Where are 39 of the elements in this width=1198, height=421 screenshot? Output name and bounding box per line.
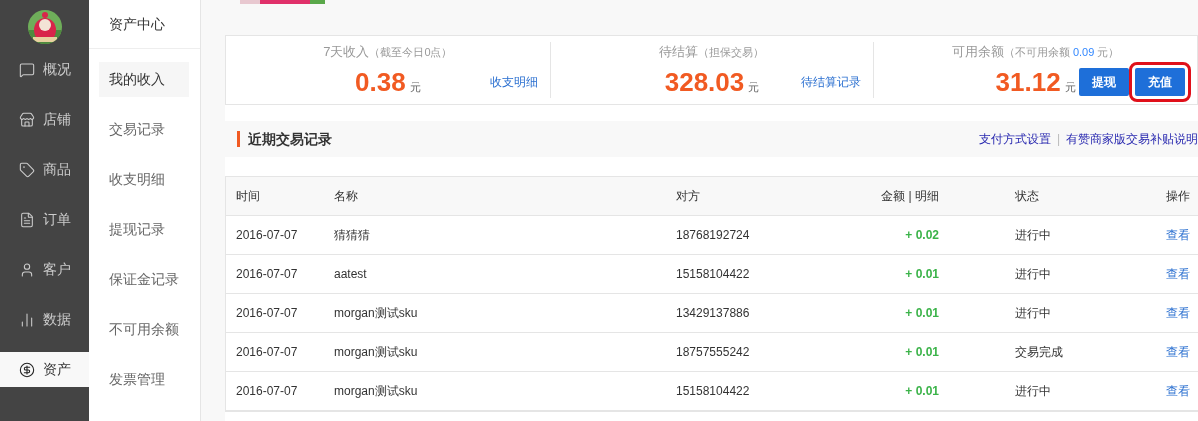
view-link[interactable]: 查看 — [1166, 265, 1190, 283]
view-link[interactable]: 查看 — [1166, 304, 1190, 322]
nav-item[interactable]: 店铺 — [0, 102, 89, 137]
stat-label: 7天收入（截至今日0点） — [322, 42, 454, 61]
stat-label: 待结算（担保交易） — [658, 42, 766, 61]
view-link[interactable]: 查看 — [1166, 382, 1190, 400]
help-link[interactable]: 支付方式设置 — [978, 130, 1051, 148]
column-header: 状态 — [939, 177, 1159, 216]
view-link[interactable]: 查看 — [1166, 226, 1190, 244]
column-header: 金额 | 明细 — [836, 177, 939, 216]
subnav-item[interactable]: 我的收入 — [99, 62, 189, 97]
help-link[interactable]: 有赞商家版交易补贴说明 — [1066, 130, 1198, 148]
nav-item[interactable]: 数据 — [0, 302, 89, 337]
subnav-item[interactable]: 发票管理 — [99, 362, 189, 397]
stat-value: 328.03 元 — [664, 66, 760, 98]
nav-item[interactable]: 概况 — [0, 52, 89, 87]
column-header: 对方 — [676, 177, 836, 216]
nav-item[interactable]: 资产 — [0, 352, 89, 387]
subnav-item[interactable]: 交易记录 — [99, 112, 189, 147]
stat-value: 0.38 元 — [355, 66, 421, 98]
column-header: 操作 — [1159, 177, 1198, 216]
subnav-item[interactable]: 提现记录 — [99, 212, 189, 247]
subnav-item[interactable]: 不可用余额 — [99, 312, 189, 347]
view-link[interactable]: 查看 — [1166, 343, 1190, 361]
separator: | — [1056, 132, 1060, 146]
stat-label: 可用余额（不可用余额 0.09 元） — [950, 42, 1121, 61]
nav-item[interactable]: 客户 — [0, 252, 89, 287]
section-title: 资产中心 — [89, 0, 200, 49]
detail-link[interactable]: 待结算记录 — [801, 73, 862, 91]
subnav-item[interactable]: 保证金记录 — [99, 262, 189, 297]
nav-item[interactable]: 订单 — [0, 202, 89, 237]
withdraw-button[interactable]: 提现 — [1079, 68, 1129, 96]
nav-item[interactable]: 商品 — [0, 152, 89, 187]
column-header: 名称 — [334, 177, 676, 216]
stat-value: 31.12 元 — [995, 66, 1076, 98]
column-header: 时间 — [226, 177, 334, 216]
detail-link[interactable]: 收支明细 — [489, 73, 538, 91]
subnav-item[interactable]: 收支明细 — [99, 162, 189, 197]
section-title: 近期交易记录 — [237, 131, 332, 147]
